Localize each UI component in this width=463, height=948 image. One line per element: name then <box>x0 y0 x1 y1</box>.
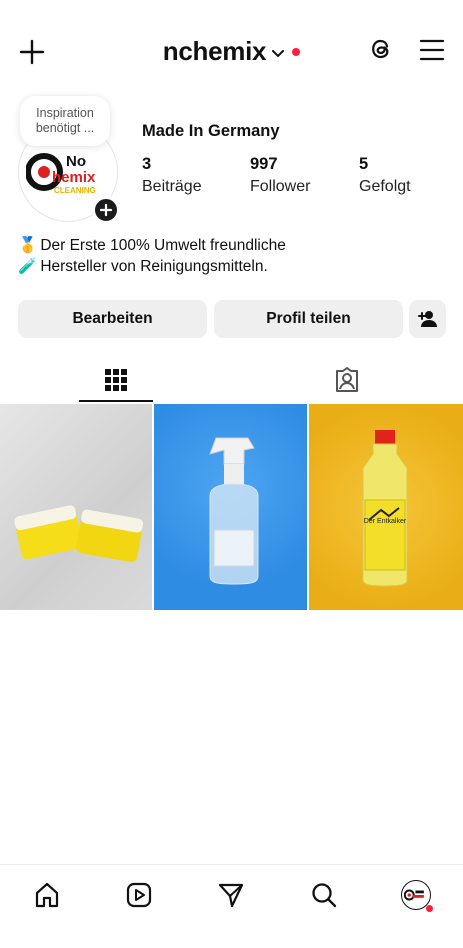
threads-icon[interactable] <box>366 34 396 64</box>
profile-notification-dot <box>426 905 433 912</box>
logo-text-cleaning: CLEANING <box>54 186 96 195</box>
edit-profile-button[interactable]: Bearbeiten <box>18 300 207 338</box>
stat-followers[interactable]: 997 Follower <box>250 155 310 196</box>
nav-home[interactable] <box>31 879 63 911</box>
username[interactable]: nchemix <box>163 36 267 67</box>
logo-text-no: No <box>66 153 86 170</box>
note-bubble[interactable]: Inspiration benötigt ... <box>20 96 110 146</box>
medal-emoji-icon: 🥇 <box>18 237 38 254</box>
search-icon <box>312 883 337 908</box>
stat-label: Beiträge <box>142 178 202 195</box>
top-bar: nchemix <box>0 28 463 74</box>
tab-posts-grid[interactable] <box>79 358 153 402</box>
notification-dot <box>292 47 301 56</box>
brand-logo-small-icon <box>404 889 424 901</box>
active-tab-indicator <box>79 400 153 402</box>
stat-value: 3 <box>142 155 152 173</box>
test-tube-emoji-icon: 🧪 <box>18 258 38 275</box>
bio-text: Der Erste 100% Umwelt freundliche <box>40 237 286 254</box>
bio-line: 🥇 Der Erste 100% Umwelt freundliche <box>18 235 286 256</box>
brand-logo: No hemix CLEANING <box>26 153 96 195</box>
chevron-down-icon[interactable] <box>272 45 285 63</box>
profile-bio: 🥇 Der Erste 100% Umwelt freundliche 🧪 He… <box>18 235 286 277</box>
post-descaler-bottle[interactable]: Der Entkalker <box>308 404 463 610</box>
stat-label: Gefolgt <box>359 178 411 195</box>
discover-people-button[interactable] <box>409 300 446 338</box>
send-icon <box>218 883 244 908</box>
post-sponge[interactable] <box>0 404 153 610</box>
add-person-icon <box>417 311 437 327</box>
sponge-image <box>14 505 144 562</box>
stat-value: 5 <box>359 155 369 173</box>
bio-text: Hersteller von Reinigungsmitteln. <box>40 258 268 275</box>
stat-label: Follower <box>250 178 311 195</box>
nav-profile[interactable] <box>400 879 433 912</box>
bio-line: 🧪 Hersteller von Reinigungsmitteln. <box>18 256 286 277</box>
bottom-navigation <box>0 864 463 948</box>
nav-reels[interactable] <box>123 879 155 911</box>
descaler-label: Der Entkalker <box>363 518 406 525</box>
home-icon <box>35 882 59 908</box>
stat-posts[interactable]: 3 Beiträge <box>142 155 202 196</box>
share-profile-button[interactable]: Profil teilen <box>214 300 403 338</box>
note-line-2: benötigt ... <box>35 121 95 135</box>
descaler-bottle-image: Der Entkalker <box>362 430 408 587</box>
logo-text-hemix: hemix <box>52 169 96 186</box>
stat-following[interactable]: 5 Gefolgt <box>359 155 411 196</box>
menu-icon[interactable] <box>418 38 446 62</box>
posts-grid: Der Entkalker <box>0 404 463 610</box>
nav-messages[interactable] <box>215 879 247 911</box>
tab-tagged[interactable] <box>310 358 384 402</box>
reels-icon <box>126 882 152 908</box>
post-spray-bottle[interactable] <box>154 404 307 610</box>
display-name: Made In Germany <box>142 122 280 140</box>
note-line-1: Inspiration <box>36 106 94 120</box>
grid-icon <box>105 369 127 391</box>
spray-bottle-image <box>209 437 259 585</box>
stat-value: 997 <box>250 155 278 173</box>
add-story-plus-icon[interactable] <box>92 196 120 224</box>
nav-search[interactable] <box>308 879 340 911</box>
tagged-person-icon <box>336 367 358 392</box>
profile-tabs <box>0 358 463 404</box>
